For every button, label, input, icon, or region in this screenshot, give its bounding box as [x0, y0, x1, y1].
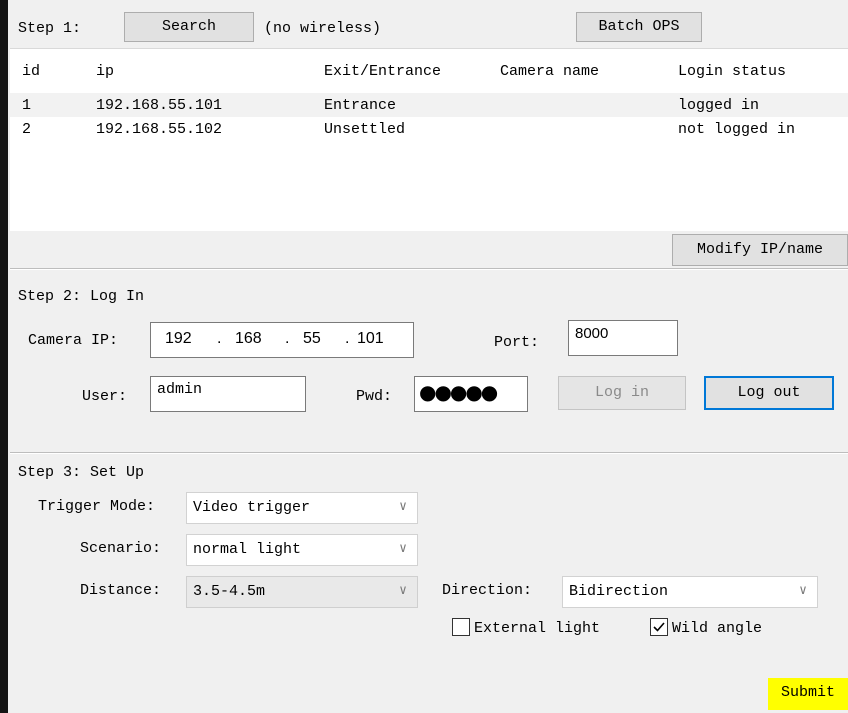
- user-field[interactable]: admin: [150, 376, 306, 412]
- port-field[interactable]: 8000: [568, 320, 678, 356]
- chevron-down-icon: ∨: [399, 541, 407, 556]
- logout-button[interactable]: Log out: [704, 376, 834, 410]
- trigger-mode-select[interactable]: Video trigger ∨: [186, 492, 418, 524]
- check-icon: [653, 622, 665, 632]
- ip-dot: .: [217, 330, 222, 347]
- column-header-login-status[interactable]: Login status: [677, 49, 848, 93]
- submit-button[interactable]: Submit: [768, 678, 848, 710]
- trigger-mode-value: Video trigger: [193, 499, 311, 516]
- column-header-ip[interactable]: ip: [95, 49, 323, 93]
- cell-id: 1: [22, 96, 32, 114]
- ip-octet: 192: [165, 330, 192, 347]
- password-value: ●●●●●: [419, 380, 498, 404]
- cell-login-status: logged in: [678, 96, 760, 114]
- camera-ip-field[interactable]: 192 . 168 . 55 . 101: [150, 322, 414, 358]
- batch-ops-button[interactable]: Batch OPS: [576, 12, 702, 42]
- step3-label: Step 3: Set Up: [18, 464, 145, 481]
- step3-panel: Step 3: Set Up Trigger Mode: Video trigg…: [0, 454, 848, 713]
- column-header-exit-entrance[interactable]: Exit/Entrance: [323, 49, 499, 93]
- direction-value: Bidirection: [569, 583, 669, 600]
- scenario-label: Scenario:: [80, 540, 162, 557]
- step1-panel: Step 1: Search (no wireless) Batch OPS i…: [0, 0, 848, 270]
- password-field[interactable]: ●●●●●: [414, 376, 528, 412]
- ip-octet: 55: [303, 330, 321, 347]
- external-light-label[interactable]: External light: [474, 620, 600, 637]
- ip-dot: .: [345, 330, 350, 347]
- cell-id: 2: [22, 120, 32, 138]
- step2-panel: Step 2: Log In Camera IP: 192 . 168 . 55…: [0, 270, 848, 452]
- cell-camera-name: [499, 93, 677, 117]
- scenario-select[interactable]: normal light ∨: [186, 534, 418, 566]
- table-row[interactable]: 1 192.168.55.101 Entrance logged in: [10, 93, 848, 117]
- distance-select[interactable]: 3.5-4.5m ∨: [186, 576, 418, 608]
- step2-label: Step 2: Log In: [18, 288, 145, 305]
- direction-label: Direction:: [442, 582, 533, 599]
- direction-select[interactable]: Bidirection ∨: [562, 576, 818, 608]
- chevron-down-icon: ∨: [399, 583, 407, 598]
- chevron-down-icon: ∨: [399, 499, 407, 514]
- table-row[interactable]: 2 192.168.55.102 Unsettled not logged in: [10, 117, 848, 141]
- chevron-down-icon: ∨: [799, 583, 807, 598]
- cell-exit-entrance: Unsettled: [324, 120, 406, 138]
- search-button[interactable]: Search: [124, 12, 254, 42]
- camera-ip-label: Camera IP:: [28, 332, 119, 349]
- column-header-camera-name[interactable]: Camera name: [499, 49, 677, 93]
- user-label: User:: [82, 388, 128, 405]
- cell-ip: 192.168.55.102: [96, 120, 223, 138]
- cell-exit-entrance: Entrance: [324, 96, 397, 114]
- ip-dot: .: [285, 330, 290, 347]
- distance-value: 3.5-4.5m: [193, 583, 266, 600]
- cell-login-status: not logged in: [678, 120, 796, 138]
- camera-list-table[interactable]: id ip Exit/Entrance Camera name Login st…: [10, 48, 848, 231]
- ip-octet: 168: [235, 330, 262, 347]
- external-light-checkbox[interactable]: [452, 618, 470, 636]
- wireless-status: (no wireless): [264, 20, 382, 37]
- cell-camera-name: [499, 117, 677, 141]
- wild-angle-label[interactable]: Wild angle: [672, 620, 762, 637]
- cell-ip: 192.168.55.101: [96, 96, 223, 114]
- scenario-value: normal light: [193, 541, 302, 558]
- port-value: 8000: [575, 325, 609, 342]
- wild-angle-checkbox[interactable]: [650, 618, 668, 636]
- trigger-mode-label: Trigger Mode:: [38, 498, 156, 515]
- step1-label: Step 1:: [18, 20, 82, 37]
- column-header-id[interactable]: id: [10, 49, 95, 93]
- distance-label: Distance:: [80, 582, 162, 599]
- user-value: admin: [157, 381, 203, 398]
- ip-octet: 101: [357, 330, 384, 347]
- pwd-label: Pwd:: [356, 388, 393, 405]
- modify-ip-name-button[interactable]: Modify IP/name: [672, 234, 848, 266]
- port-label: Port:: [494, 334, 540, 351]
- login-button[interactable]: Log in: [558, 376, 686, 410]
